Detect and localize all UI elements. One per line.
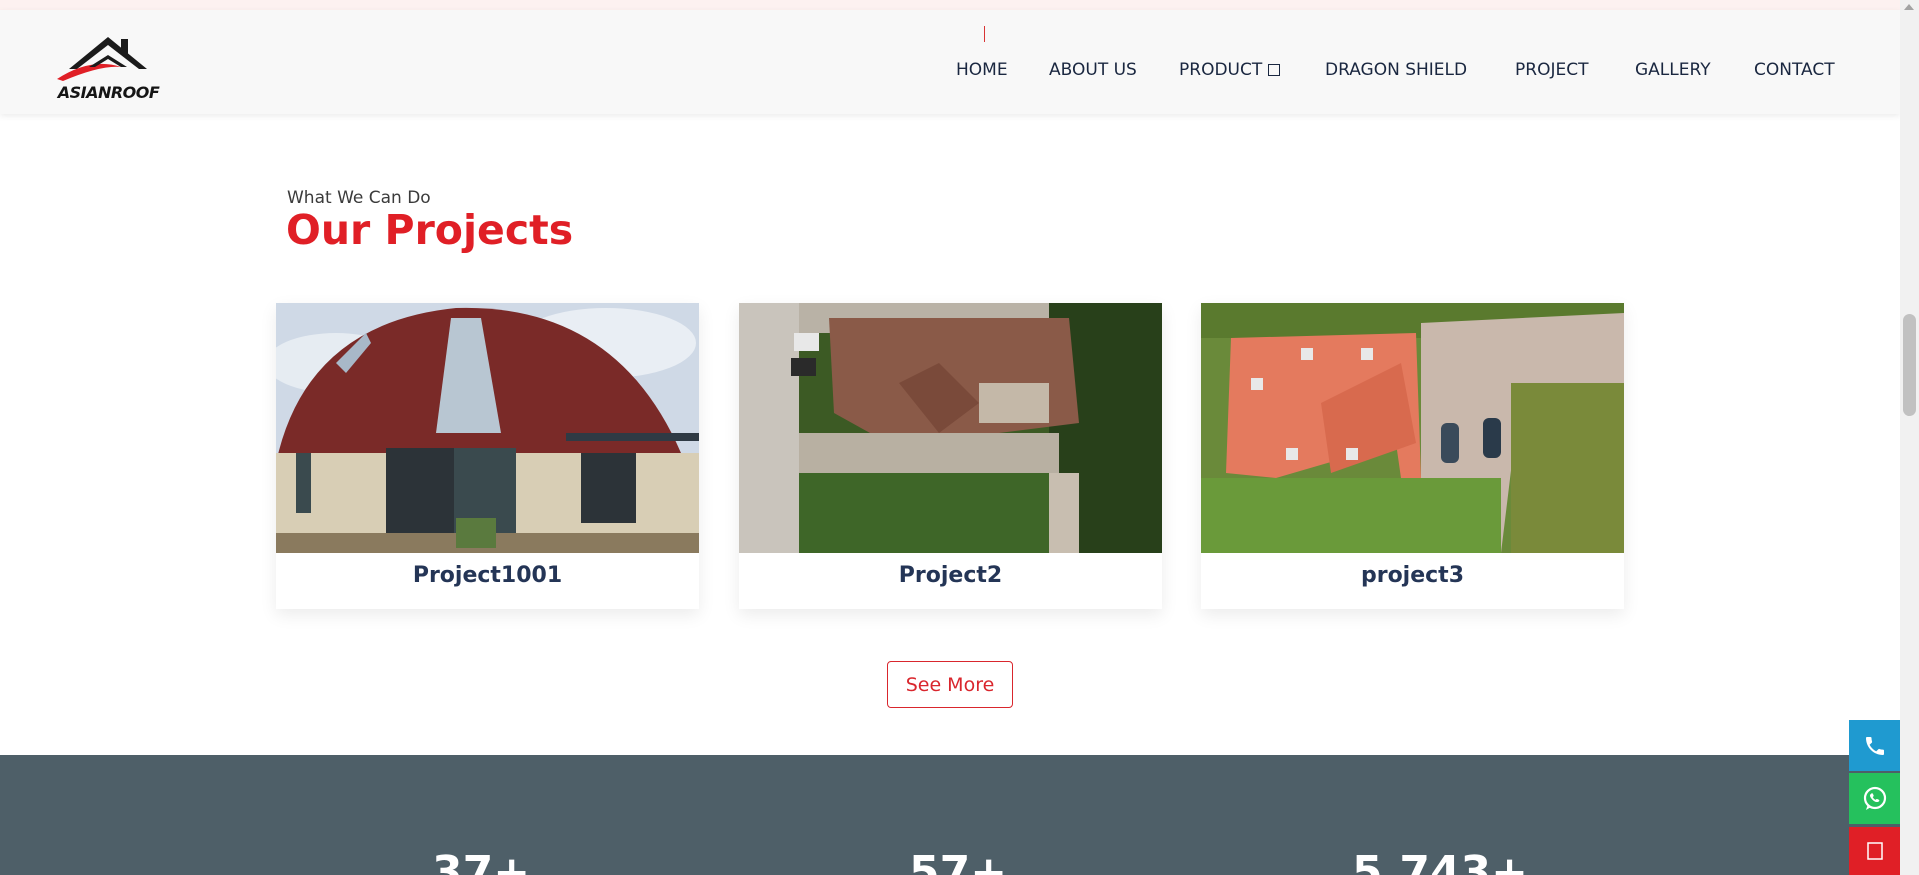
project-card[interactable]: Project1001 xyxy=(276,303,699,609)
nav-project[interactable]: PROJECT xyxy=(1515,60,1588,80)
mail-icon xyxy=(1866,842,1883,860)
section-subtitle: What We Can Do xyxy=(287,188,431,208)
text-cursor xyxy=(984,26,985,42)
phone-button[interactable] xyxy=(1849,720,1900,771)
nav-contact[interactable]: CONTACT xyxy=(1754,60,1835,80)
dropdown-icon xyxy=(1268,64,1281,76)
nav-gallery[interactable]: GALLERY xyxy=(1635,60,1711,80)
stat-value: 5,743+ xyxy=(1352,847,1529,875)
project-image xyxy=(276,303,699,553)
scroll-thumb[interactable] xyxy=(1903,314,1916,416)
site-header: ASIANROOF HOME ABOUT US PRODUCT DRAGON S… xyxy=(0,10,1900,114)
phone-icon xyxy=(1865,736,1884,755)
nav-home[interactable]: HOME xyxy=(956,60,1008,80)
nav-about-us[interactable]: ABOUT US xyxy=(1049,60,1137,80)
top-strip xyxy=(0,0,1900,10)
whatsapp-icon xyxy=(1863,786,1886,810)
project-card[interactable]: Project2 xyxy=(739,303,1162,609)
logo-text: ASIANROOF xyxy=(57,83,160,102)
stat-value: 37+ xyxy=(432,847,531,875)
project-image xyxy=(739,303,1162,553)
stat-value: 57+ xyxy=(909,847,1008,875)
see-more-button[interactable]: See More xyxy=(887,661,1013,708)
roof-logo-icon xyxy=(57,37,147,81)
nav-product[interactable]: PRODUCT xyxy=(1179,60,1281,80)
project-image xyxy=(1201,303,1624,553)
nav-dragon-shield[interactable]: DRAGON SHIELD xyxy=(1325,60,1467,80)
stats-band: 37+ 57+ 5,743+ xyxy=(0,755,1900,875)
project-card[interactable]: project3 xyxy=(1201,303,1624,609)
nav-product-label: PRODUCT xyxy=(1179,60,1263,80)
scroll-up-icon[interactable] xyxy=(1904,4,1914,10)
mail-button[interactable] xyxy=(1849,827,1900,875)
project-title: Project2 xyxy=(898,563,1003,588)
scrollbar[interactable] xyxy=(1900,0,1919,875)
logo[interactable]: ASIANROOF xyxy=(51,27,166,105)
section-title: Our Projects xyxy=(286,206,574,254)
project-title: Project1001 xyxy=(412,563,563,588)
project-title: project3 xyxy=(1360,563,1465,588)
whatsapp-button[interactable] xyxy=(1849,773,1900,824)
